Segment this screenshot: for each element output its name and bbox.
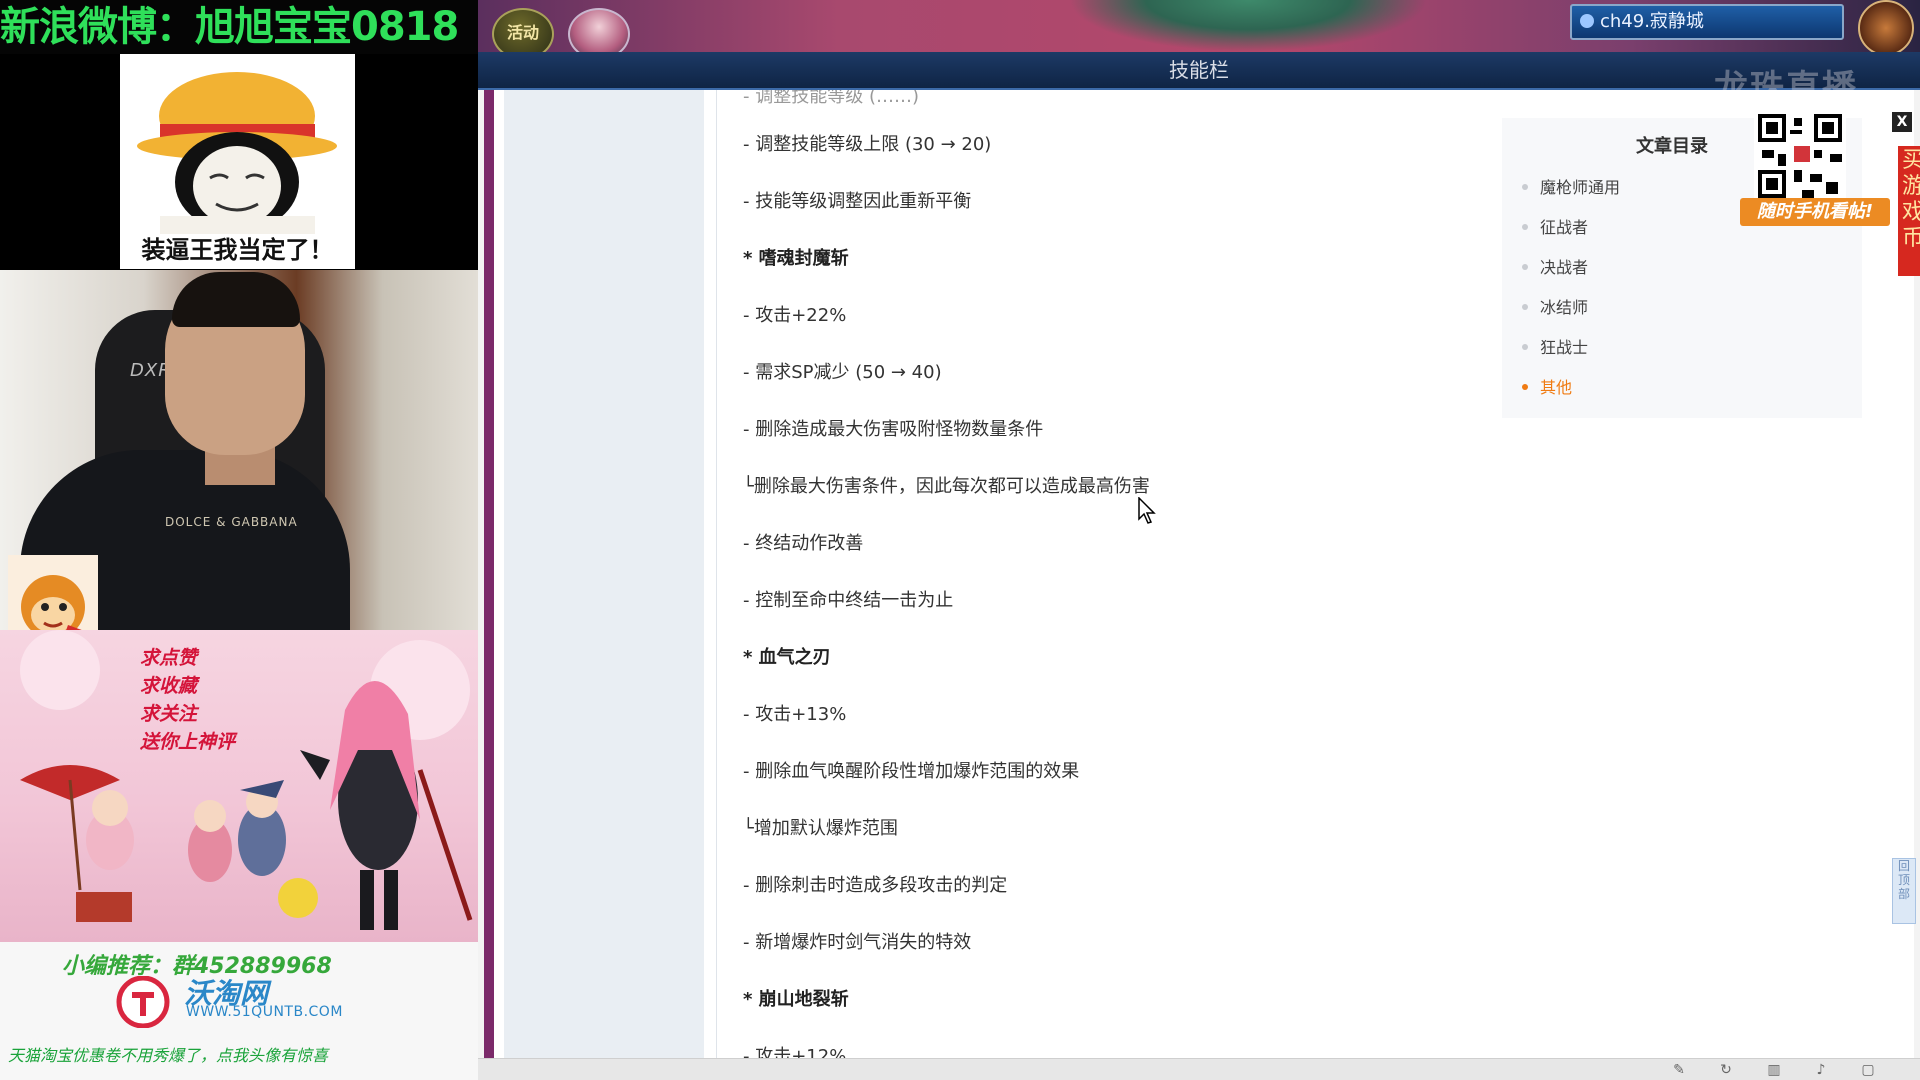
qr-code-icon[interactable] [1754,110,1846,202]
article-line: - 攻击+12% [743,1046,847,1058]
toc-item-active[interactable]: 其他 [1540,374,1572,398]
article-subline: └增加默认爆炸范围 [743,818,898,839]
site-logo-icon [116,976,170,1028]
article-line: - 控制至命中终结一击为止 [743,590,954,611]
speaker-icon[interactable]: ♪ [1813,1062,1829,1078]
article-line: - 攻击+13% [743,704,847,725]
toc-title: 文章目录 [1636,136,1708,157]
window-icon[interactable]: ▢ [1860,1062,1876,1078]
article-line: - 删除血气唤醒阶段性增加爆炸范围的效果 [743,761,1080,782]
meme-caption: 装逼王我当定了！ [141,236,334,264]
scroll-ticker: 天猫淘宝优惠卷不用秀爆了，点我头像有惊喜 [8,1046,329,1065]
toc-item[interactable]: 魔枪师通用 [1540,174,1620,198]
ad-banner: 求点赞 求收藏 求关注 送你上神评 [0,630,478,942]
article-line: - 技能等级调整因此重新平衡 [743,191,972,212]
toc-item[interactable]: 狂战士 [1540,334,1588,358]
toc-item[interactable]: 决战者 [1540,254,1588,278]
bullet-icon [1522,264,1528,270]
bullet-icon [1522,304,1528,310]
bullet-active-icon [1522,384,1528,390]
refresh-icon[interactable]: ↻ [1718,1062,1734,1078]
bullet-icon [1522,344,1528,350]
article-heading: * 血气之刃 [743,647,831,668]
article-line: - 删除刺击时造成多段攻击的判定 [743,875,1008,896]
slogan-line: 求收藏 [140,675,198,697]
embedded-browser: - 调整技能等级 (……) - 调整技能等级上限 (30 → 20) - 技能等… [484,90,1920,1058]
trash-icon[interactable]: ▥ [1766,1062,1782,1078]
monkey-sticker-icon [8,555,98,630]
article-body: - 调整技能等级 (……) - 调整技能等级上限 (30 → 20) - 技能等… [716,90,1417,1058]
article-line: - 攻击+22% [743,305,847,326]
article-line: - 新增爆炸时剑气消失的特效 [743,932,972,953]
article-line: - 删除造成最大伤害吸附怪物数量条件 [743,419,1044,440]
streamer-hair [172,272,300,327]
mobile-banner[interactable]: 随时手机看帖! [1740,198,1890,226]
toc-item[interactable]: 冰结师 [1540,294,1588,318]
globe-icon [1580,14,1594,28]
shirt-brand: DOLCE & GABBANA [165,515,298,529]
article-heading: * 崩山地裂斩 [743,989,849,1010]
slogan-line: 送你上神评 [140,731,236,753]
promo-box: 小编推荐：群452889968 沃淘网 WWW.51QUNTB.COM 天猫淘宝… [0,942,478,1080]
meme-sticker: 装逼王我当定了！ [120,54,355,269]
site-url: WWW.51QUNTB.COM [186,1004,343,1020]
article-line: - 调整技能等级上限 (30 → 20) [743,134,992,155]
article-line: - 需求SP减少 (50 → 40) [743,362,942,383]
nav-gutter [504,90,704,1058]
article-heading: * 嗜魂封魔斩 [743,248,849,269]
meme-face-icon [137,72,337,234]
clipped-line: - 调整技能等级 (……) [743,90,919,107]
window-title: 技能栏 [1169,58,1229,82]
weibo-banner: 新浪微博：旭旭宝宝0818 [0,0,478,54]
webcam-feed: DXRACER DOLCE & GABBANA [0,270,478,630]
bullet-icon [1522,184,1528,190]
article-subline: └删除最大伤害条件，因此每次都可以造成最高伤害 [743,476,1150,497]
stream-overlay: 新浪微博：旭旭宝宝0818 装逼王我当定了！ DXRACER DOLCE & G… [0,0,478,1080]
channel-indicator[interactable]: ch49.寂静城 [1570,4,1844,40]
game-client: 活动 ch49.寂静城 技能栏 龙珠直播 - 调整技能等级 (……) - 调整技… [478,0,1920,1080]
mouse-cursor-icon [1138,497,1156,524]
close-button[interactable]: X [1892,112,1912,132]
channel-label: ch49.寂静城 [1600,11,1704,32]
left-gutter [484,90,494,1058]
skill-window-title-bar[interactable]: 技能栏 [478,52,1920,90]
slogan-line: 求关注 [140,703,198,725]
toc-item[interactable]: 征战者 [1540,214,1588,238]
ad-slogans: 求点赞 求收藏 求关注 送你上神评 [140,644,235,756]
back-to-top-button[interactable]: 回顶部 [1892,858,1916,924]
hud-ornament [1068,0,1428,52]
bullet-icon [1522,224,1528,230]
promo-strip[interactable]: 买游戏币 [1898,146,1920,276]
pin-icon[interactable]: ✎ [1671,1062,1687,1078]
minimap-orb-icon[interactable] [1858,0,1914,56]
anime-art-icon [20,630,473,930]
game-top-hud: 活动 ch49.寂静城 [478,0,1920,60]
game-status-bar: ✎ ↻ ▥ ♪ ▢ [478,1058,1920,1080]
article-line: - 终结动作改善 [743,533,864,554]
slogan-line: 求点赞 [140,647,198,669]
